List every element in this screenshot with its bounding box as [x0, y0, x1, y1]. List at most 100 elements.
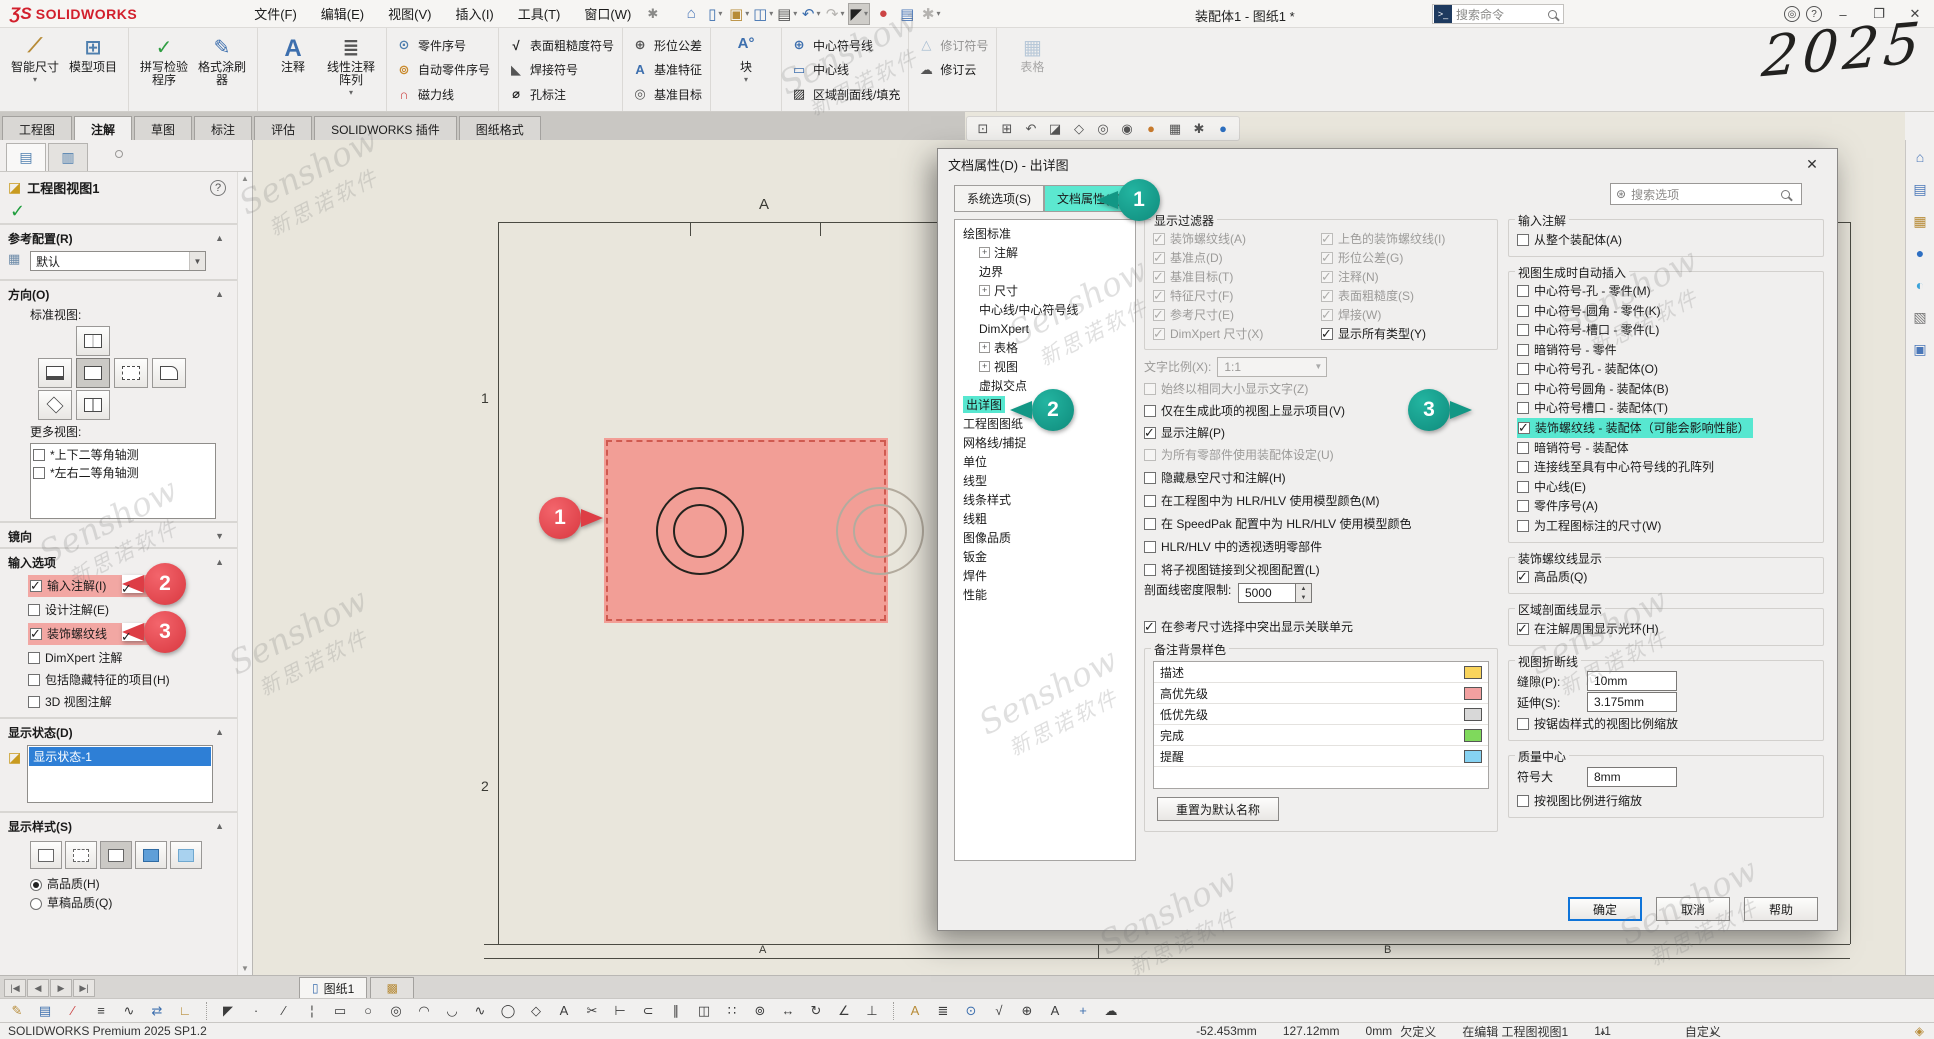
panel-scrollbar[interactable]: ▲▼	[237, 172, 252, 975]
view-hidden-button[interactable]	[114, 358, 148, 388]
tree-item-drafting-standard[interactable]: 绘图标准	[955, 224, 1135, 243]
hole-callout-button[interactable]: ⌀孔标注	[507, 84, 614, 104]
spinner-arrows[interactable]: ▲▼	[1296, 583, 1312, 603]
checkbox-centermark-holes-assembly[interactable]: 中心符号孔 - 装配体(O)	[1517, 360, 1815, 380]
layers-icon[interactable]: ▤	[34, 1001, 56, 1021]
color-swatch[interactable]	[1464, 687, 1482, 700]
rotate-entities-icon[interactable]: ↻	[805, 1001, 827, 1021]
tab-evaluate[interactable]: 评估	[254, 116, 312, 140]
datum-feature-tool-icon[interactable]: A	[1044, 1001, 1066, 1021]
view-settings-icon[interactable]: ✱	[1189, 119, 1209, 139]
area-hatch-button[interactable]: ▨区域剖面线/填充	[790, 84, 900, 104]
settings-icon[interactable]: ✱	[920, 3, 942, 25]
line-tool-icon[interactable]: ∕	[273, 1001, 295, 1021]
help-button[interactable]: 帮助	[1744, 897, 1818, 921]
undo-icon[interactable]: ↶	[800, 3, 822, 25]
home-icon[interactable]: ⌂	[680, 3, 702, 25]
dialog-close-button[interactable]: ✕	[1797, 152, 1827, 176]
configuration-select[interactable]: 默认 ▼	[30, 251, 206, 271]
shaded-with-edges-button[interactable]	[135, 841, 167, 869]
center-mark-button[interactable]: ⊕中心符号线	[790, 35, 900, 55]
collapse-chevron-icon[interactable]: ▲	[215, 289, 224, 299]
checkbox-connection-lines-hole-patterns[interactable]: 连接线至具有中心符号线的孔阵列	[1517, 458, 1815, 478]
print-icon[interactable]: ▤	[776, 3, 798, 25]
section-view-icon[interactable]: ◪	[1045, 119, 1065, 139]
offset-entities-icon[interactable]: ∥	[665, 1001, 687, 1021]
expand-icon[interactable]: +	[979, 285, 990, 296]
line-thickness-icon[interactable]: ≡	[90, 1001, 112, 1021]
panel-pin-icon[interactable]	[115, 150, 123, 158]
extend-entities-icon[interactable]: ⊢	[609, 1001, 631, 1021]
collapse-chevron-icon[interactable]: ▲	[215, 727, 224, 737]
search-icon[interactable]	[1781, 190, 1790, 199]
user-account-icon[interactable]: ◎	[1784, 6, 1800, 22]
add-sheet-tab[interactable]: ▩	[370, 977, 414, 998]
collapse-chevron-icon[interactable]: ▲	[215, 233, 224, 243]
dropdown-arrow-icon[interactable]: ▾	[744, 75, 748, 84]
property-manager-tab-icon[interactable]: ▤	[6, 143, 46, 171]
gap-input[interactable]: 10mm	[1587, 671, 1677, 691]
next-sheet-icon[interactable]: ▶	[50, 979, 72, 997]
units-arrow-icon[interactable]: ▲	[1709, 1027, 1717, 1036]
dropdown-arrow-icon[interactable]: ▾	[33, 75, 37, 84]
spin-up-icon[interactable]: ▲	[1296, 584, 1311, 593]
checkbox-centermark-slots-part[interactable]: 中心符号-槽口 - 零件(L)	[1517, 321, 1815, 341]
tangent-arc-tool-icon[interactable]: ◡	[441, 1001, 463, 1021]
checkbox-display-all-types[interactable]: 显示所有类型(Y)	[1321, 325, 1489, 343]
3d-drawing-view-icon[interactable]: ●	[1213, 119, 1233, 139]
mirror-entities-icon[interactable]: ◫	[693, 1001, 715, 1021]
checkbox-centermark-slots-assembly[interactable]: 中心符号槽口 - 装配体(T)	[1517, 399, 1815, 419]
checkbox-scale-jagged-outline[interactable]: 按锯齿样式的视图比例缩放	[1517, 715, 1815, 735]
surface-finish-button[interactable]: √表面粗糙度符号	[507, 35, 614, 55]
circle-tool-icon[interactable]: ○	[357, 1001, 379, 1021]
view-top-button[interactable]	[38, 358, 72, 388]
text-tool-icon[interactable]: A	[553, 1001, 575, 1021]
line-color-icon[interactable]: ∕	[62, 1001, 84, 1021]
checkbox-dimensions-marked-for-drawing[interactable]: 为工程图标注的尺寸(W)	[1517, 516, 1815, 536]
tab-drawing[interactable]: 工程图	[2, 116, 72, 140]
tab-sketch[interactable]: 草图	[134, 116, 192, 140]
checkbox-dimetric-topbottom[interactable]: *上下二等角轴测	[33, 446, 213, 464]
tab-markup[interactable]: 标注	[194, 116, 252, 140]
checkbox-centermark-fillets-part[interactable]: 中心符号-圆角 - 零件(K)	[1517, 301, 1815, 321]
previous-view-icon[interactable]: ↶	[1021, 119, 1041, 139]
scroll-down-icon[interactable]: ▼	[241, 964, 249, 973]
balloon-button[interactable]: ⊙零件序号	[395, 35, 490, 55]
note-background-list[interactable]: 描述 高优先级 低优先级 完成 提醒	[1153, 661, 1489, 789]
tab-sheet-format[interactable]: 图纸格式	[459, 116, 541, 140]
checkbox-centerlines[interactable]: 中心线(E)	[1517, 477, 1815, 497]
revision-cloud-tool-icon[interactable]: ☁	[1100, 1001, 1122, 1021]
checkbox-link-child-views[interactable]: 将子视图链接到父视图配置(L)	[1144, 561, 1498, 579]
datum-target-button[interactable]: ◎基准目标	[631, 84, 702, 104]
tag-icon[interactable]: ◈	[1915, 1024, 1924, 1038]
color-swatch[interactable]	[1464, 729, 1482, 742]
prev-sheet-icon[interactable]: ◀	[27, 979, 49, 997]
hide-show-annotations-icon[interactable]: ∟	[174, 1001, 196, 1021]
open-icon[interactable]: ▣	[728, 3, 750, 25]
format-painter-button[interactable]: ✎ 格式涂刷器	[193, 31, 251, 108]
display-state-listbox[interactable]: 显示状态-1	[27, 745, 213, 803]
spin-down-icon[interactable]: ▼	[1296, 593, 1311, 602]
custom-properties-icon[interactable]: ▧	[1909, 306, 1931, 328]
first-sheet-icon[interactable]: |◀	[4, 979, 26, 997]
options-search[interactable]: ⊛ 搜索选项	[1610, 183, 1802, 205]
home-taskpane-icon[interactable]: ⌂	[1909, 146, 1931, 168]
hidden-lines-visible-button[interactable]	[65, 841, 97, 869]
tree-item-dimensions[interactable]: +尺寸	[955, 281, 1135, 300]
point-tool-icon[interactable]: ·	[245, 1001, 267, 1021]
options-tree[interactable]: 绘图标准 +注解 边界 +尺寸 中心线/中心符号线 DimXpert +表格 +…	[954, 219, 1136, 861]
ok-button[interactable]: 确定	[1568, 897, 1642, 921]
weld-symbol-button[interactable]: ◣焊接符号	[507, 60, 614, 80]
scale-arrow-icon[interactable]: ▲	[1599, 1027, 1607, 1036]
zoom-area-icon[interactable]: ⊞	[997, 119, 1017, 139]
hidden-lines-removed-button[interactable]	[100, 841, 132, 869]
tables-button[interactable]: ▦ 表格	[1003, 31, 1061, 108]
redo-icon[interactable]: ↷	[824, 3, 846, 25]
checkbox-hide-dangling[interactable]: 隐藏悬空尺寸和注解(H)	[1144, 469, 1498, 487]
chevron-down-icon[interactable]: ▼	[189, 252, 205, 270]
tab-system-options[interactable]: 系统选项(S)	[954, 185, 1044, 212]
linear-pattern-icon[interactable]: ∷	[721, 1001, 743, 1021]
checkbox-centermark-fillets-assembly[interactable]: 中心符号圆角 - 装配体(B)	[1517, 379, 1815, 399]
tree-item-line-thickness[interactable]: 线粗	[955, 509, 1135, 528]
blocks-button[interactable]: A° 块 ▾	[717, 31, 775, 108]
